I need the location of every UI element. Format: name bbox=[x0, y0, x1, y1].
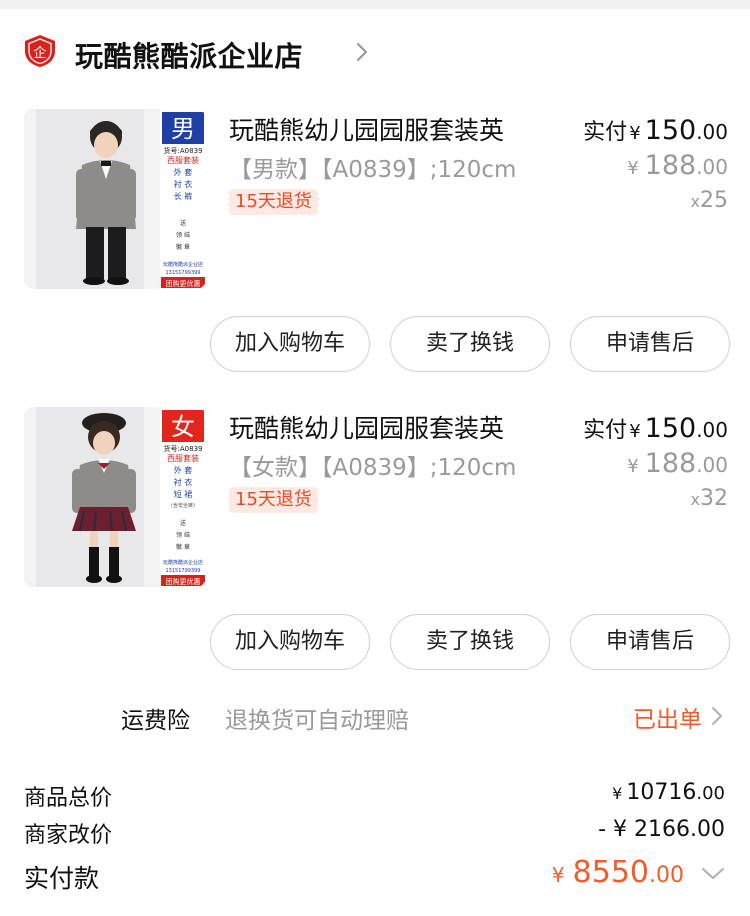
currency-symbol: ¥ bbox=[627, 158, 639, 179]
paid-label: 实付 bbox=[583, 418, 628, 443]
currency-symbol: ¥ bbox=[629, 123, 641, 144]
svg-text:货号:A0839: 货号:A0839 bbox=[164, 146, 203, 155]
after-sales-button[interactable]: 申请售后 bbox=[570, 316, 730, 372]
svg-text:玩酷熊酷派企业店: 玩酷熊酷派企业店 bbox=[163, 261, 203, 268]
insurance-description: 退换货可自动理赔 bbox=[225, 708, 409, 734]
product-sku: 【男款】【A0839】;120cm bbox=[229, 157, 517, 183]
paid-total-label: 实付款 bbox=[24, 864, 100, 893]
gender-label: 男 bbox=[171, 115, 195, 143]
order-item[interactable]: 男 货号:A0839 西服套装 外 套 衬 衣 长 裤 送 领 结 徽 章 玩酷… bbox=[0, 109, 750, 299]
paid-total-row[interactable]: 实付款 ¥8550.00 bbox=[0, 855, 750, 899]
currency-symbol: ¥ bbox=[627, 456, 639, 477]
original-price-dec: .00 bbox=[696, 155, 728, 179]
goods-total-label: 商品总价 bbox=[24, 786, 113, 811]
svg-text:短 裙: 短 裙 bbox=[174, 489, 193, 499]
store-badge-glyph: 企 bbox=[33, 45, 46, 61]
order-item[interactable]: 女 货号:A0839 西服套装 外 套 衬 衣 短 裙 (含安全裤) 送 领 结… bbox=[0, 407, 750, 597]
return-policy-tag: 15天退货 bbox=[229, 189, 318, 215]
price-adjust-label: 商家改价 bbox=[24, 823, 113, 848]
svg-text:货号:A0839: 货号:A0839 bbox=[164, 444, 203, 453]
top-divider-strip bbox=[0, 0, 750, 9]
original-price-dec: .00 bbox=[696, 453, 728, 477]
quantity-value: 25 bbox=[700, 188, 728, 213]
goods-total-int: 10716 bbox=[626, 780, 697, 805]
svg-text:西服套装: 西服套装 bbox=[167, 453, 199, 463]
svg-text:徽 章: 徽 章 bbox=[176, 243, 190, 251]
resell-button[interactable]: 卖了换钱 bbox=[390, 316, 550, 372]
insurance-status: 已出单 bbox=[633, 707, 702, 733]
chevron-down-icon[interactable] bbox=[700, 864, 726, 882]
quantity: x32 bbox=[691, 486, 728, 511]
svg-text:13151799399: 13151799399 bbox=[166, 568, 201, 574]
paid-price-dec: .00 bbox=[696, 120, 728, 144]
price-adjust-row: 商家改价 - ¥ 2166.00 bbox=[0, 817, 750, 851]
svg-text:衬 衣: 衬 衣 bbox=[174, 179, 193, 189]
paid-price: 实付 ¥150.00 bbox=[583, 412, 728, 444]
paid-total-int: 8550 bbox=[572, 855, 649, 890]
svg-text:长 裤: 长 裤 bbox=[174, 191, 193, 201]
product-sku: 【女款】【A0839】;120cm bbox=[229, 455, 517, 481]
svg-text:送: 送 bbox=[180, 219, 186, 227]
insurance-label: 运费险 bbox=[121, 708, 190, 734]
svg-text:团购更优惠: 团购更优惠 bbox=[166, 279, 201, 288]
paid-total-value: ¥8550.00 bbox=[552, 855, 684, 890]
quantity-x: x bbox=[690, 192, 700, 211]
svg-text:外 套: 外 套 bbox=[174, 465, 193, 475]
shipping-insurance-row[interactable]: 运费险 退换货可自动理赔 已出单 bbox=[0, 697, 750, 737]
product-thumbnail[interactable]: 男 货号:A0839 西服套装 外 套 衬 衣 长 裤 送 领 结 徽 章 玩酷… bbox=[24, 109, 206, 289]
item-actions: 加入购物车 卖了换钱 申请售后 bbox=[0, 614, 750, 670]
return-policy-tag: 15天退货 bbox=[229, 487, 318, 513]
paid-total-dec: .00 bbox=[649, 863, 684, 888]
goods-total-dec: .00 bbox=[696, 783, 725, 804]
paid-price-int: 150 bbox=[644, 115, 697, 146]
paid-label: 实付 bbox=[583, 120, 628, 145]
svg-text:团购更优惠: 团购更优惠 bbox=[166, 577, 201, 586]
product-thumbnail[interactable]: 女 货号:A0839 西服套装 外 套 衬 衣 短 裙 (含安全裤) 送 领 结… bbox=[24, 407, 206, 587]
svg-text:西服套装: 西服套装 bbox=[167, 155, 199, 165]
quantity-x: x bbox=[690, 490, 700, 509]
svg-text:领 结: 领 结 bbox=[176, 231, 190, 239]
quantity: x25 bbox=[691, 188, 728, 213]
original-price: ¥188.00 bbox=[627, 150, 728, 181]
goods-total-value: ¥10716.00 bbox=[612, 780, 725, 805]
store-header[interactable]: 企 玩酷熊酷派企业店 bbox=[0, 26, 750, 80]
paid-price-int: 150 bbox=[644, 413, 697, 444]
svg-text:(含安全裤): (含安全裤) bbox=[171, 502, 195, 509]
currency-symbol: ¥ bbox=[612, 784, 623, 803]
item-actions: 加入购物车 卖了换钱 申请售后 bbox=[0, 316, 750, 372]
svg-text:13151799399: 13151799399 bbox=[166, 270, 201, 276]
store-badge-icon: 企 bbox=[25, 35, 55, 67]
quantity-value: 32 bbox=[700, 486, 728, 511]
chevron-right-icon[interactable] bbox=[709, 705, 725, 727]
paid-price: 实付 ¥150.00 bbox=[583, 114, 728, 146]
product-title[interactable]: 玩酷熊幼儿园园服套装英 bbox=[229, 409, 504, 445]
svg-text:外 套: 外 套 bbox=[174, 167, 193, 177]
chevron-right-icon[interactable] bbox=[352, 40, 372, 64]
goods-total-row: 商品总价 ¥10716.00 bbox=[0, 780, 750, 814]
gender-label: 女 bbox=[171, 413, 195, 441]
resell-button[interactable]: 卖了换钱 bbox=[390, 614, 550, 670]
add-to-cart-button[interactable]: 加入购物车 bbox=[210, 614, 370, 670]
svg-text:徽 章: 徽 章 bbox=[176, 543, 190, 551]
add-to-cart-button[interactable]: 加入购物车 bbox=[210, 316, 370, 372]
currency-symbol: ¥ bbox=[629, 421, 641, 442]
product-title[interactable]: 玩酷熊幼儿园园服套装英 bbox=[229, 111, 504, 147]
paid-price-dec: .00 bbox=[696, 418, 728, 442]
svg-text:玩酷熊酷派企业店: 玩酷熊酷派企业店 bbox=[163, 559, 203, 566]
original-price-int: 188 bbox=[644, 150, 697, 181]
svg-text:送: 送 bbox=[180, 519, 186, 527]
currency-symbol: ¥ bbox=[551, 863, 565, 887]
store-name[interactable]: 玩酷熊酷派企业店 bbox=[75, 35, 303, 75]
svg-text:领 结: 领 结 bbox=[176, 531, 190, 539]
after-sales-button[interactable]: 申请售后 bbox=[570, 614, 730, 670]
price-adjust-value: - ¥ 2166.00 bbox=[598, 817, 725, 842]
svg-text:衬 衣: 衬 衣 bbox=[174, 477, 193, 487]
original-price-int: 188 bbox=[644, 448, 697, 479]
original-price: ¥188.00 bbox=[627, 448, 728, 479]
